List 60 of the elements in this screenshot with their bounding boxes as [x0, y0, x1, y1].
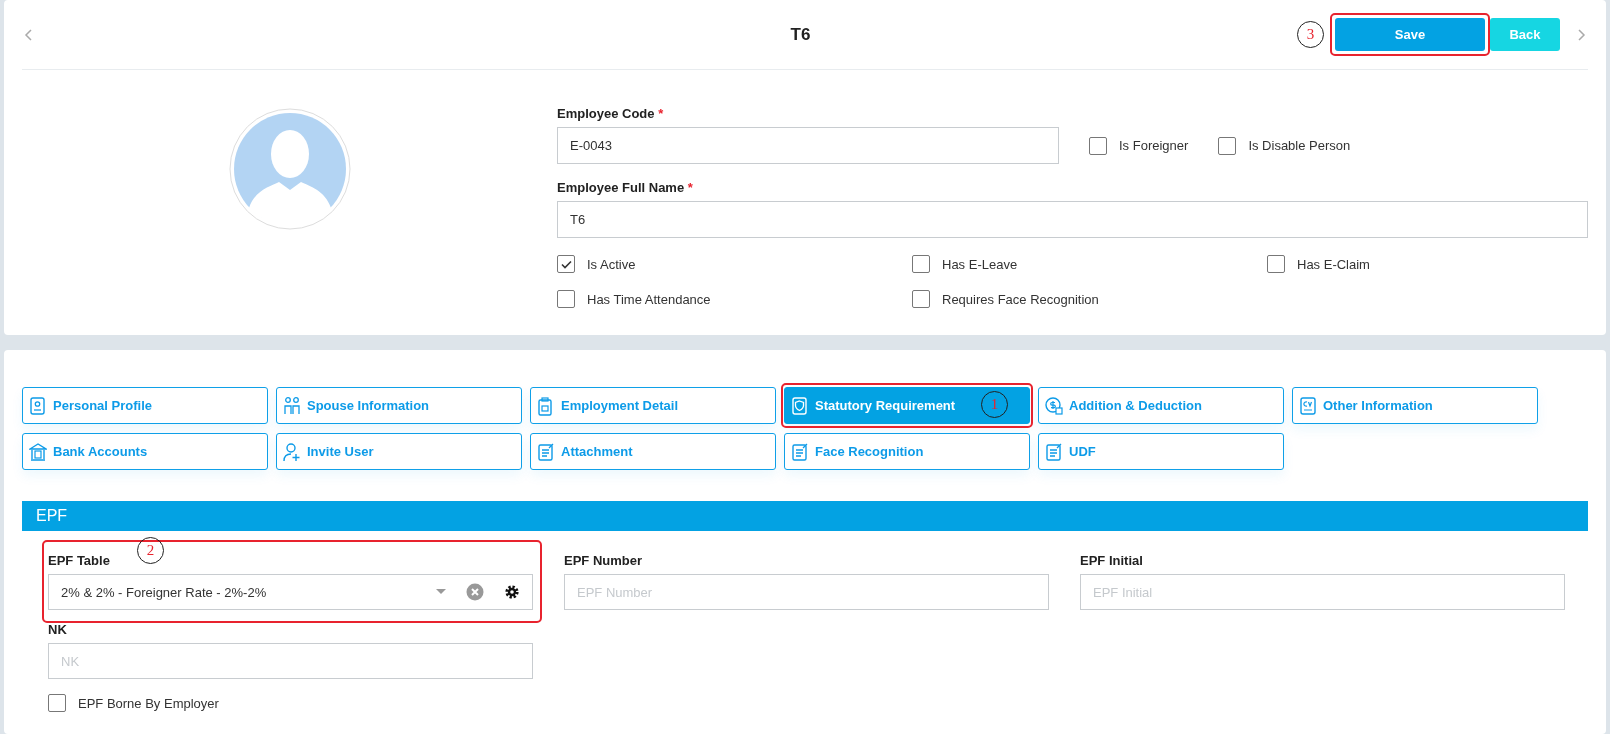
checkbox-label: Has Time Attendance [587, 291, 711, 307]
employee-name-field[interactable]: T6 [557, 201, 1588, 238]
checkbox[interactable] [1218, 136, 1237, 155]
two-people-icon [283, 395, 301, 416]
text-field[interactable]: EPF Number [564, 574, 1049, 610]
checkbox-label: Requires Face Recognition [942, 291, 1099, 307]
gear-icon [504, 584, 520, 600]
field-label: EPF Number [564, 553, 643, 568]
dropdown-value: 2% & 2% - Foreigner Rate - 2%-2% [61, 584, 267, 600]
tab[interactable]: Other Information [1292, 387, 1538, 424]
document-pen-icon [791, 441, 809, 462]
text-field[interactable]: EPF Initial [1080, 574, 1565, 610]
profile-document-icon [29, 395, 47, 416]
checkbox[interactable] [1089, 136, 1107, 155]
checkbox-label: Has E-Leave [942, 256, 1018, 272]
document-icon [1299, 395, 1317, 416]
checkbox[interactable] [557, 290, 575, 308]
checkmark-icon [560, 259, 572, 269]
checkbox-label: Is Active [587, 256, 636, 272]
tab[interactable]: UDF [1038, 433, 1284, 470]
field-label: EPF Table [48, 553, 111, 568]
shield-document-icon [791, 395, 809, 416]
checkbox[interactable] [1267, 255, 1285, 273]
tab[interactable]: Attachment [530, 433, 776, 470]
required-mark: * [658, 106, 664, 121]
document-pen-icon [1045, 441, 1063, 462]
required-mark: * [687, 180, 693, 195]
field-label: NK [48, 622, 68, 637]
checkbox-label: Is Foreigner [1119, 138, 1189, 153]
text-field[interactable]: NK [48, 643, 533, 679]
employee-code-field[interactable]: E-0043 [557, 127, 1059, 164]
checkbox[interactable] [557, 255, 575, 273]
document-pen-icon [537, 441, 555, 462]
checkbox-label: EPF Borne By Employer [78, 695, 219, 711]
back-button[interactable]: Back [1490, 18, 1560, 51]
bank-icon [29, 441, 47, 462]
checkbox[interactable] [912, 290, 930, 308]
clear-icon [466, 583, 484, 601]
checkbox-label: Has E-Claim [1297, 256, 1370, 272]
tab[interactable]: Bank Accounts [22, 433, 268, 470]
save-button[interactable]: Save [1335, 18, 1485, 51]
coin-icon [1045, 395, 1063, 416]
tab[interactable]: Face Recognition [784, 433, 1030, 470]
clipboard-icon [537, 395, 555, 416]
dropdown-field[interactable]: 2% & 2% - Foreigner Rate - 2%-2% [48, 574, 533, 610]
section-header: EPF [22, 501, 1588, 531]
tab[interactable]: Addition & Deduction [1038, 387, 1284, 424]
field-label: EPF Initial [1080, 553, 1144, 568]
field-label: Employee Code * [557, 106, 665, 121]
add-user-icon [283, 441, 301, 462]
tab[interactable]: Employment Detail [530, 387, 776, 424]
field-label: Employee Full Name * [557, 180, 694, 195]
checkbox-label: Is Disable Person [1248, 138, 1351, 153]
tab[interactable]: Invite User [276, 433, 522, 470]
checkbox[interactable] [912, 255, 930, 273]
page-title: T6 [790, 24, 811, 45]
tab[interactable]: Personal Profile [22, 387, 268, 424]
caret-icon [436, 589, 446, 595]
checkbox[interactable] [48, 694, 66, 712]
tab[interactable]: Spouse Information [276, 387, 522, 424]
